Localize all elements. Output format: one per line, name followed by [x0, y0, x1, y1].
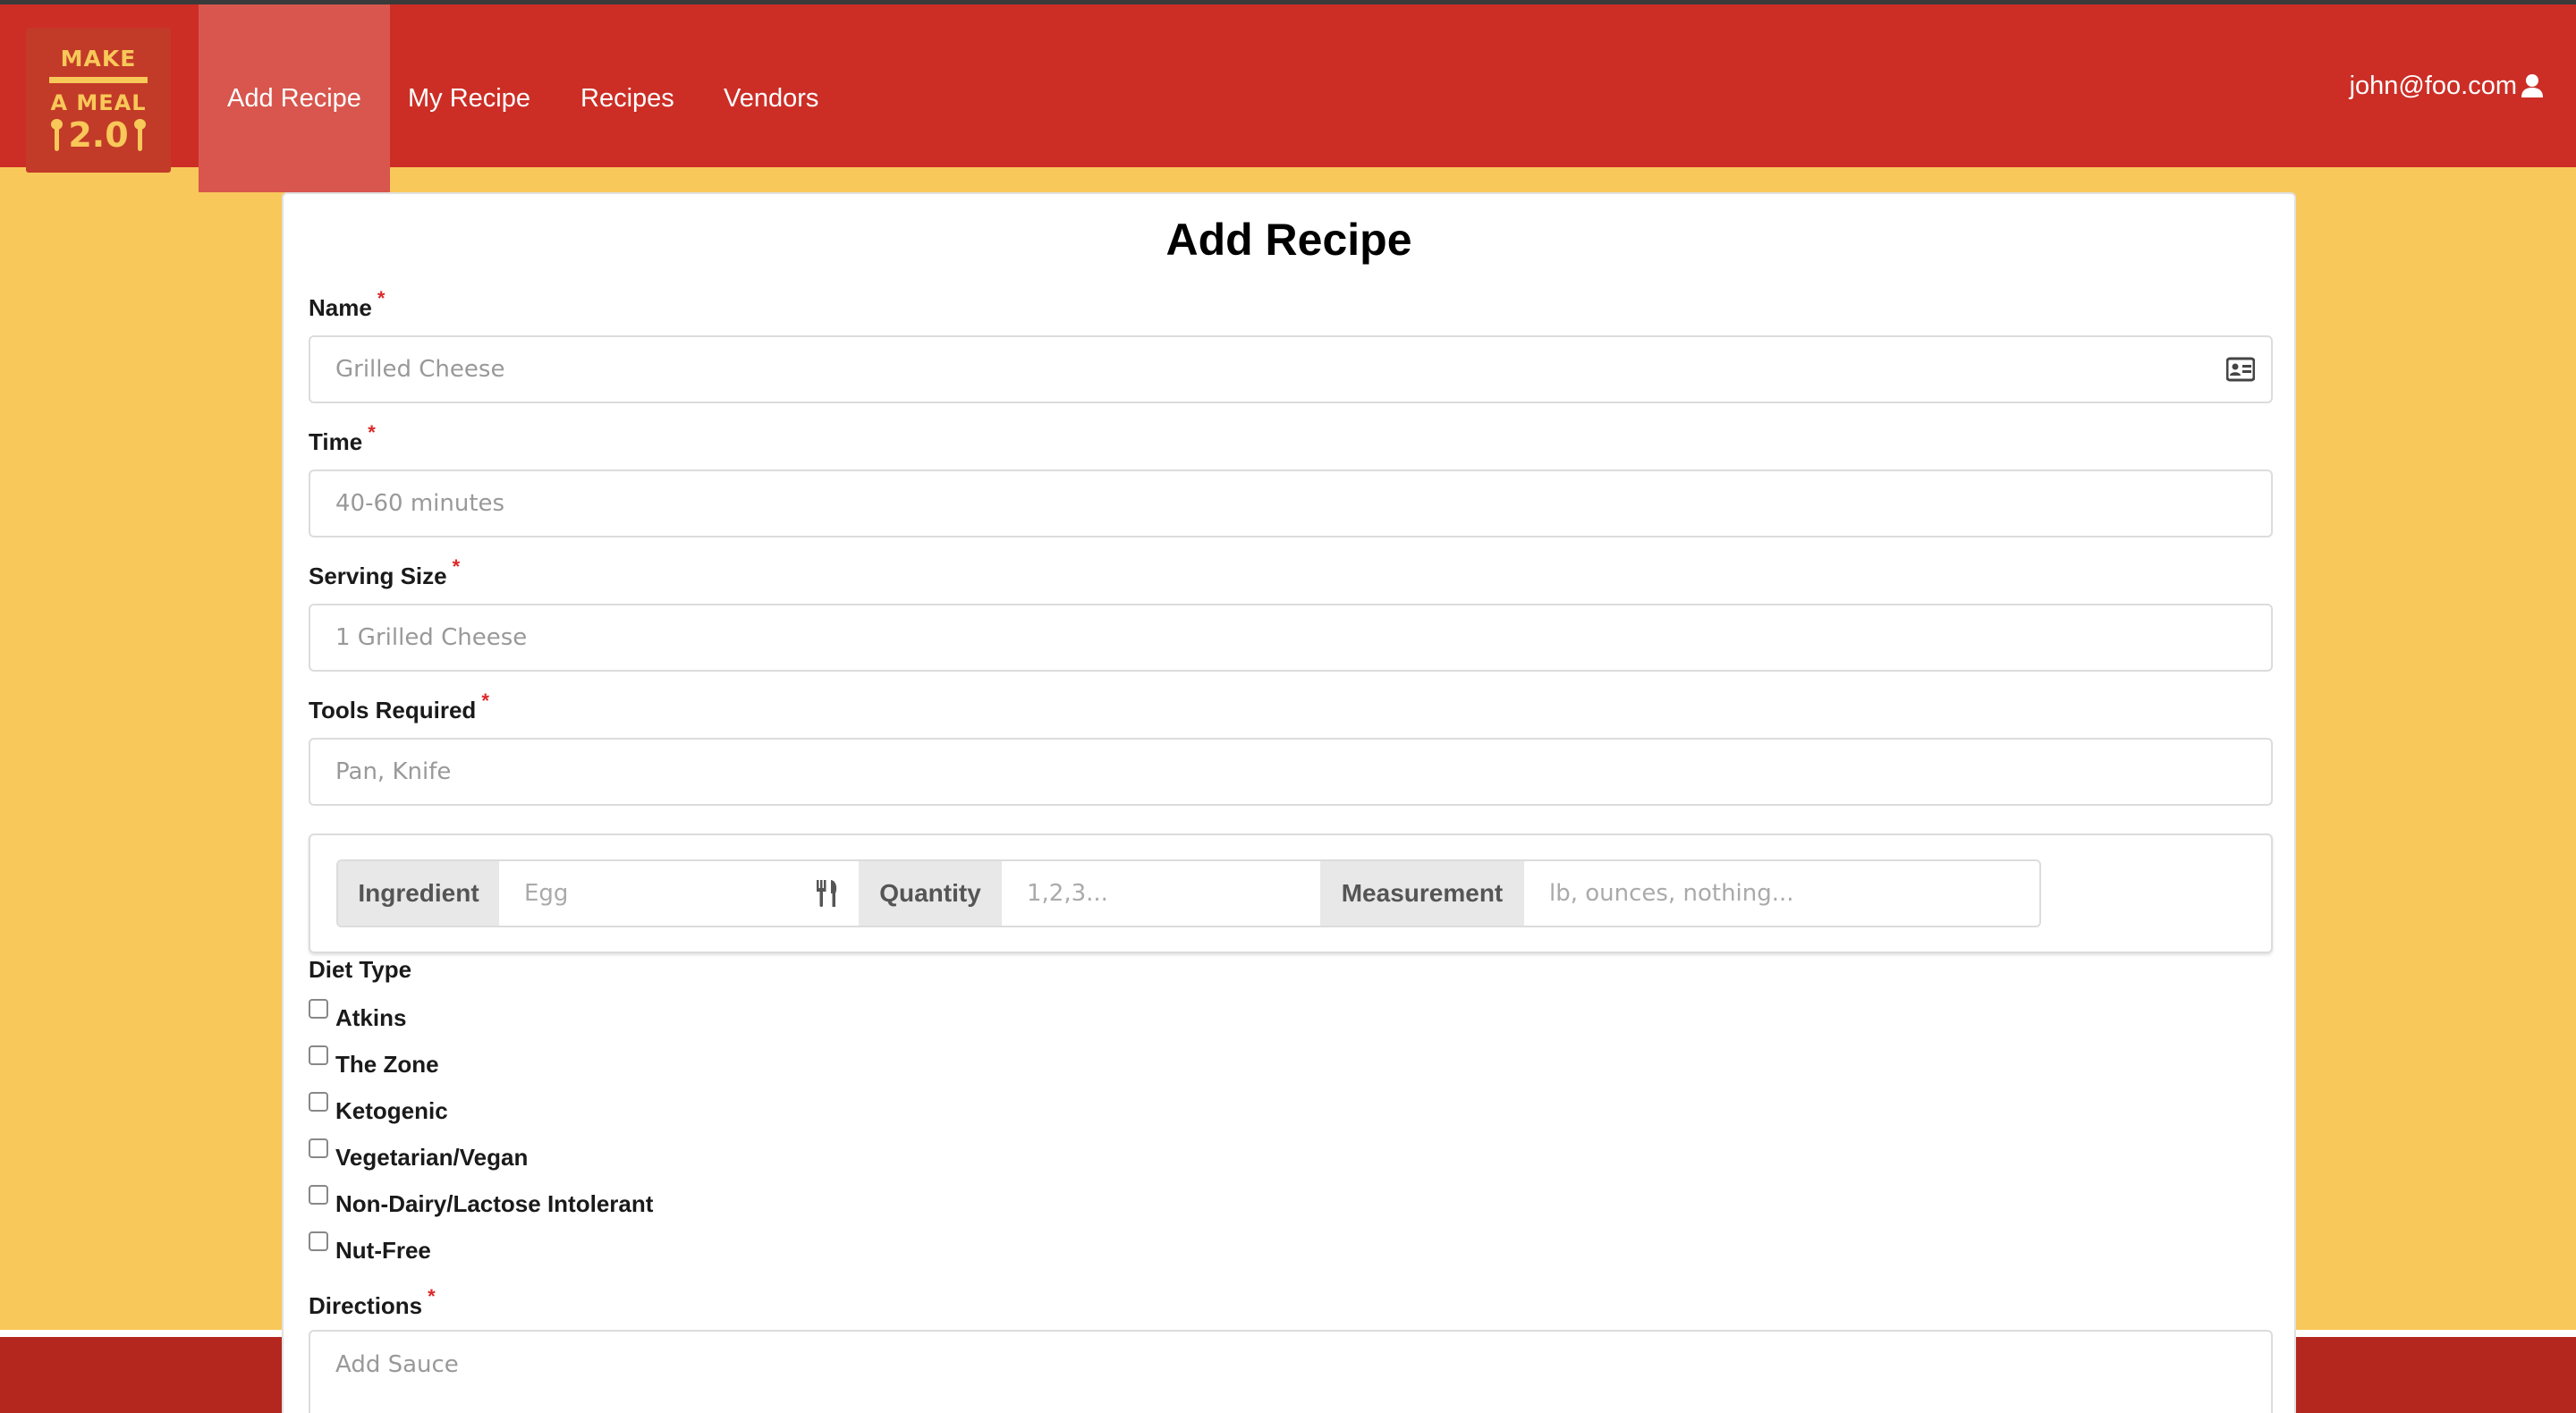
- required-marker: *: [377, 287, 386, 309]
- directions-label-text: Directions: [309, 1292, 423, 1319]
- make-a-meal-logo[interactable]: MAKE A MEAL 2.0: [26, 28, 171, 173]
- logo-line-3: 2.0: [68, 114, 129, 155]
- required-marker: *: [428, 1285, 436, 1307]
- diet-type-label: Diet Type: [309, 956, 412, 983]
- name-label: Name *: [309, 287, 385, 322]
- time-label-text: Time: [309, 428, 363, 455]
- add-recipe-form: Add Recipe Name * Grilled Cheese Time * 40…: [282, 192, 2296, 1413]
- required-marker: *: [452, 555, 461, 578]
- logo-line-2: A MEAL: [50, 89, 147, 115]
- diet-option-non-dairy[interactable]: Non-Dairy/Lactose Intolerant: [309, 1185, 653, 1218]
- vegetarian-vegan-checkbox[interactable]: [309, 1138, 328, 1158]
- ingredient-label: Ingredient: [338, 861, 499, 926]
- diet-option-the-zone[interactable]: The Zone: [309, 1045, 439, 1079]
- required-marker: *: [481, 690, 489, 712]
- diet-option-atkins[interactable]: Atkins: [309, 999, 406, 1032]
- serving-size-label-text: Serving Size: [309, 563, 447, 589]
- nav-vendors[interactable]: Vendors: [695, 4, 847, 167]
- directions-placeholder: Add Sauce: [335, 1351, 459, 1378]
- tools-required-label: Tools Required *: [309, 690, 489, 724]
- page-title: Add Recipe: [1165, 215, 1412, 265]
- user-menu[interactable]: john@foo.com: [2350, 4, 2544, 167]
- name-label-text: Name: [309, 294, 372, 321]
- atkins-checkbox[interactable]: [309, 999, 328, 1019]
- quantity-label: Quantity: [859, 861, 1002, 926]
- directions-textarea[interactable]: Add Sauce: [309, 1330, 2273, 1413]
- tools-placeholder: Pan, Knife: [335, 758, 452, 785]
- non-dairy-checkbox[interactable]: [309, 1185, 328, 1205]
- atkins-label: Atkins: [335, 1004, 407, 1031]
- spoon-icon: [133, 118, 146, 151]
- ketogenic-label: Ketogenic: [335, 1097, 448, 1124]
- nav-my-recipe[interactable]: My Recipe: [379, 4, 559, 167]
- measurement-placeholder: lb, ounces, nothing...: [1549, 880, 1794, 907]
- ingredient-section: Ingredient Egg Quantity 1,2,3... Measure…: [309, 833, 2273, 953]
- spoon-icon: [51, 118, 64, 151]
- ingredient-input[interactable]: Egg: [499, 861, 859, 926]
- user-icon: [2521, 74, 2543, 97]
- user-email: john@foo.com: [2349, 72, 2517, 100]
- tools-required-label-text: Tools Required: [309, 697, 477, 723]
- diet-option-nut-free[interactable]: Nut-Free: [309, 1231, 431, 1265]
- id-card-icon: [2226, 357, 2255, 382]
- vegetarian-vegan-label: Vegetarian/Vegan: [335, 1144, 529, 1171]
- tools-required-input[interactable]: Pan, Knife: [309, 738, 2273, 806]
- serving-size-placeholder: 1 Grilled Cheese: [335, 624, 528, 651]
- ingredient-placeholder: Egg: [524, 880, 569, 907]
- diet-option-vegetarian-vegan[interactable]: Vegetarian/Vegan: [309, 1138, 528, 1172]
- logo-line-1: MAKE: [60, 45, 137, 72]
- time-label: Time *: [309, 421, 376, 456]
- ketogenic-checkbox[interactable]: [309, 1092, 328, 1112]
- directions-label: Directions *: [309, 1285, 436, 1320]
- quantity-placeholder: 1,2,3...: [1027, 880, 1108, 907]
- nut-free-label: Nut-Free: [335, 1237, 431, 1264]
- time-input[interactable]: 40-60 minutes: [309, 470, 2273, 537]
- measurement-label: Measurement: [1320, 861, 1524, 926]
- nav-recipes[interactable]: Recipes: [552, 4, 703, 167]
- non-dairy-label: Non-Dairy/Lactose Intolerant: [335, 1190, 654, 1217]
- serving-size-label: Serving Size *: [309, 555, 460, 590]
- diet-option-ketogenic[interactable]: Ketogenic: [309, 1092, 448, 1125]
- logo-divider: [49, 76, 148, 83]
- nav-add-recipe[interactable]: Add Recipe: [199, 4, 390, 192]
- time-placeholder: 40-60 minutes: [335, 490, 505, 517]
- navbar: MAKE A MEAL 2.0 Add Recipe My Recipe Rec…: [0, 4, 2576, 192]
- ingredient-row: Ingredient Egg Quantity 1,2,3... Measure…: [336, 859, 2041, 927]
- the-zone-checkbox[interactable]: [309, 1045, 328, 1065]
- the-zone-label: The Zone: [335, 1051, 439, 1078]
- name-input[interactable]: Grilled Cheese: [309, 335, 2273, 403]
- quantity-input[interactable]: 1,2,3...: [1002, 861, 1320, 926]
- name-placeholder: Grilled Cheese: [335, 356, 505, 383]
- nut-free-checkbox[interactable]: [309, 1231, 328, 1251]
- serving-size-input[interactable]: 1 Grilled Cheese: [309, 604, 2273, 672]
- logo-line-3-row: 2.0: [51, 114, 146, 155]
- required-marker: *: [368, 421, 376, 444]
- measurement-input[interactable]: lb, ounces, nothing...: [1524, 861, 2039, 926]
- utensils-icon: [817, 880, 837, 907]
